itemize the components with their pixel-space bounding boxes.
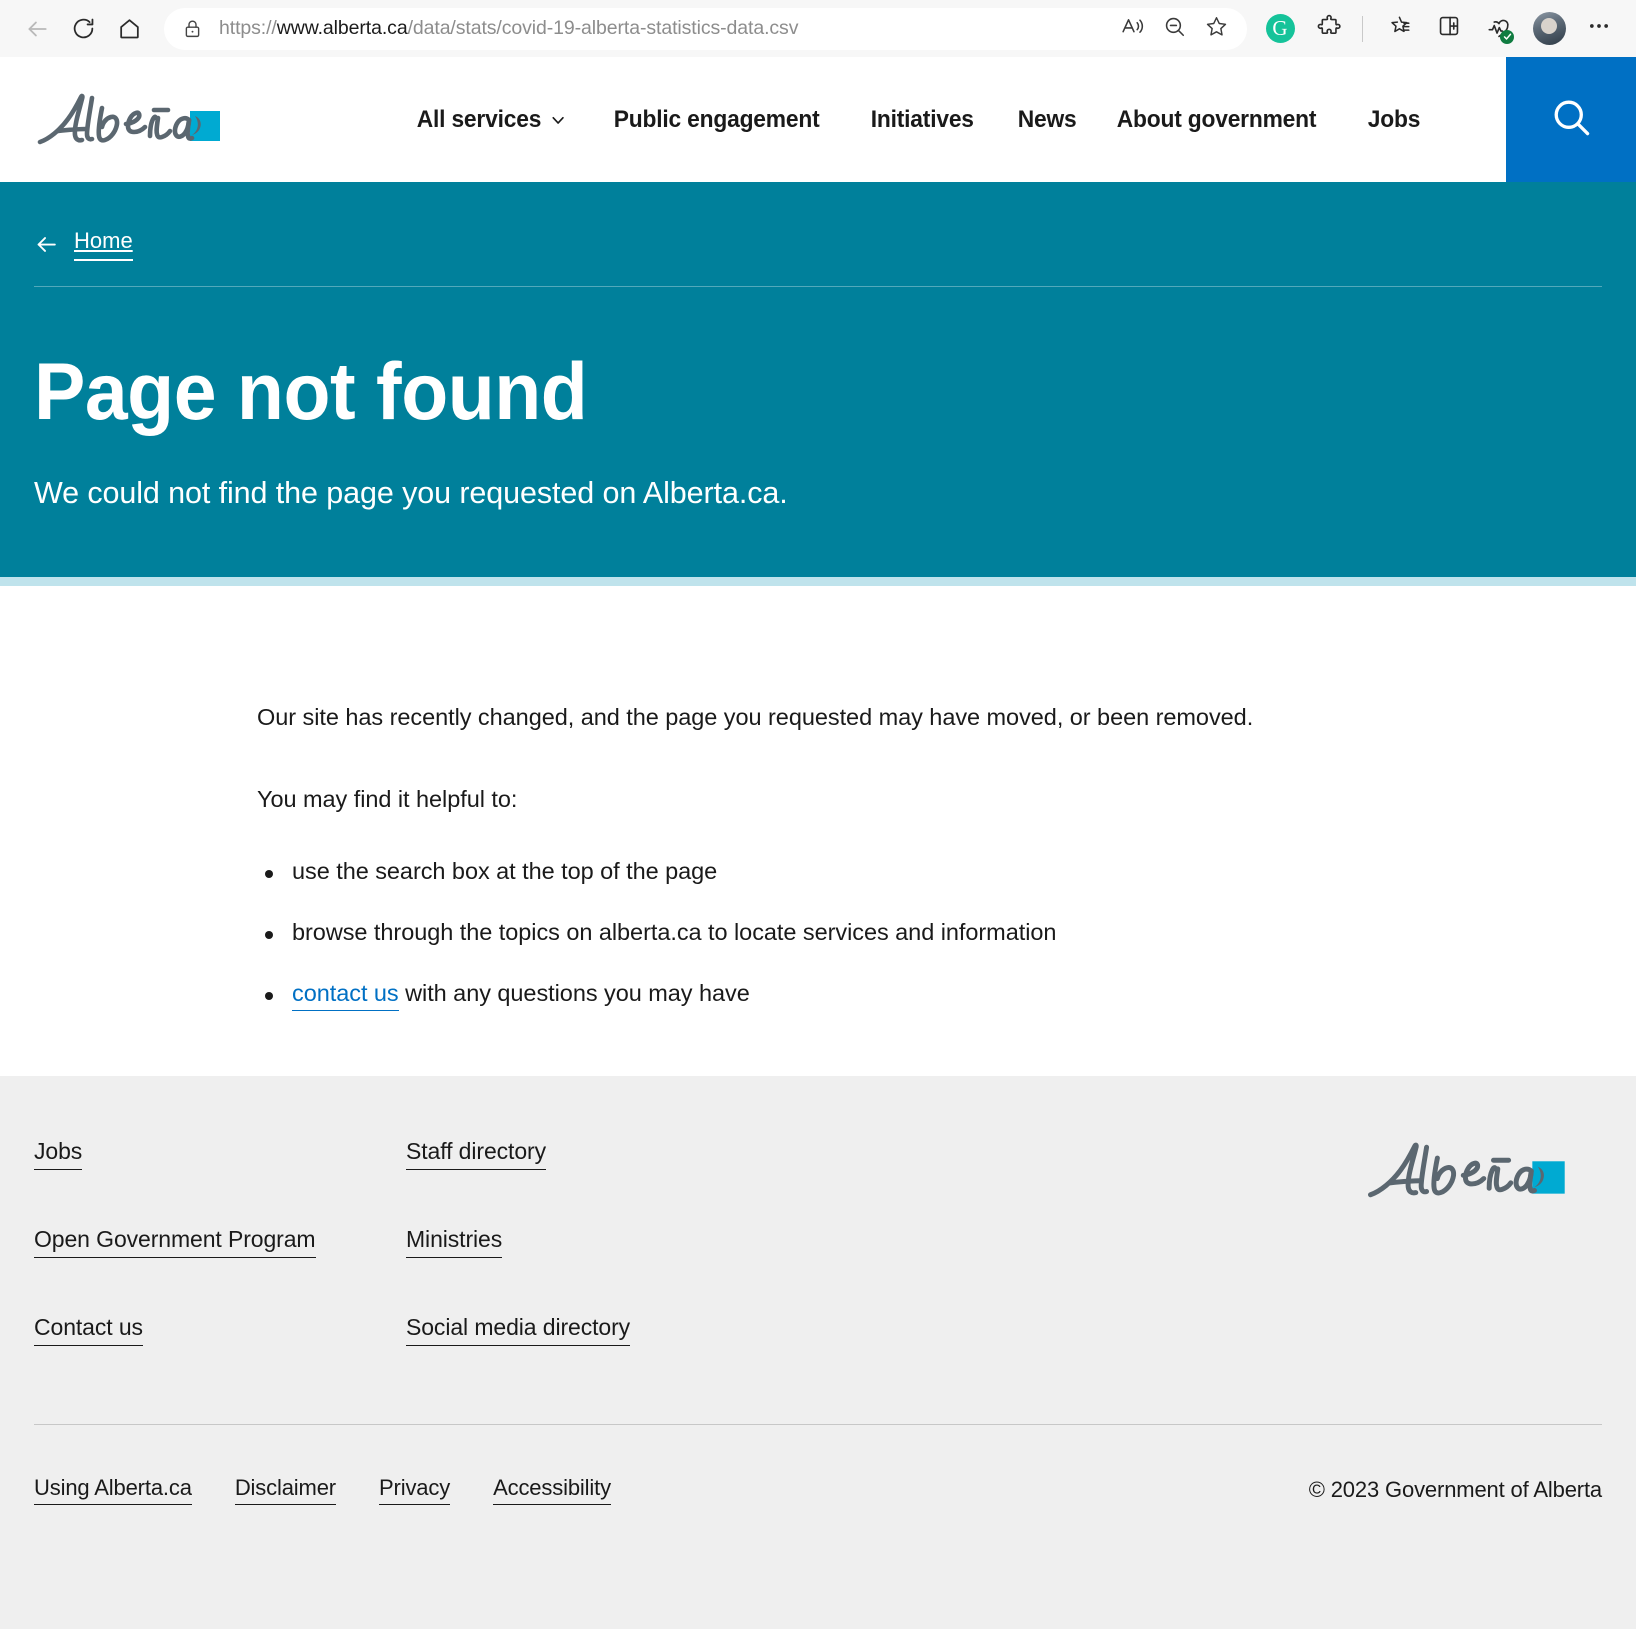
footer-link-contact-us[interactable]: Contact us	[34, 1314, 143, 1346]
nav-label: News	[1017, 105, 1077, 133]
refresh-button[interactable]	[60, 6, 106, 52]
health-check-badge	[1500, 29, 1514, 44]
nav-item-initiatives[interactable]: Initiatives	[854, 106, 991, 134]
footer-legal-area: Using Alberta.ca Disclaimer Privacy Acce…	[34, 1425, 1602, 1505]
nav-item-about-government[interactable]: About government	[1100, 106, 1333, 134]
site-footer: Jobs Open Government Program Contact us …	[0, 1075, 1636, 1629]
footer-link-ministries[interactable]: Ministries	[406, 1226, 502, 1258]
lock-icon	[182, 18, 203, 39]
legal-link-privacy[interactable]: Privacy	[379, 1475, 450, 1505]
contact-us-link[interactable]: contact us	[292, 979, 399, 1011]
list-item-text: with any questions you may have	[398, 979, 750, 1006]
list-item: browse through the topics on alberta.ca …	[257, 919, 1636, 946]
more-options-button[interactable]	[1576, 6, 1622, 52]
zoom-out-button[interactable]	[1153, 8, 1195, 50]
home-icon	[117, 16, 142, 41]
legal-link-accessibility[interactable]: Accessibility	[493, 1475, 611, 1505]
footer-link-social-media-directory[interactable]: Social media directory	[406, 1314, 630, 1346]
home-button[interactable]	[106, 6, 152, 52]
nav-label: Public engagement	[613, 105, 820, 133]
browser-toolbar: https://www.alberta.ca/data/stats/covid-…	[0, 0, 1636, 57]
footer-column-2: Staff directory Ministries Social media …	[406, 1138, 778, 1402]
footer-link-staff-directory[interactable]: Staff directory	[406, 1138, 546, 1170]
arrow-left-icon	[34, 232, 59, 257]
arrow-left-icon	[24, 16, 50, 42]
footer-link-open-government-program[interactable]: Open Government Program	[34, 1226, 316, 1258]
main-content: Our site has recently changed, and the p…	[0, 585, 1636, 1076]
browser-extension-icons: G	[1253, 6, 1622, 52]
grammarly-button[interactable]: G	[1257, 6, 1303, 52]
chevron-down-icon	[550, 111, 567, 129]
read-aloud-button[interactable]	[1111, 8, 1153, 50]
intro-paragraph: Our site has recently changed, and the p…	[257, 703, 1254, 730]
list-item-text: browse through the topics on alberta.ca …	[292, 918, 1057, 945]
address-bar[interactable]: https://www.alberta.ca/data/stats/covid-…	[164, 7, 1247, 50]
refresh-icon	[71, 16, 96, 41]
list-item: use the search box at the top of the pag…	[257, 858, 1636, 885]
helpful-intro-paragraph: You may find it helpful to:	[257, 785, 518, 812]
url-text: https://www.alberta.ca/data/stats/covid-…	[219, 17, 799, 39]
alberta-logo	[1367, 1142, 1565, 1197]
footer-column-1: Jobs Open Government Program Contact us	[34, 1138, 406, 1402]
footer-link-jobs[interactable]: Jobs	[34, 1138, 82, 1170]
star-icon	[1204, 14, 1229, 44]
legal-links: Using Alberta.ca Disclaimer Privacy Acce…	[34, 1475, 1309, 1505]
nav-item-news[interactable]: News	[1001, 106, 1093, 134]
breadcrumb-label: Home	[74, 228, 133, 261]
legal-link-disclaimer[interactable]: Disclaimer	[234, 1475, 336, 1505]
hero-section: Home Page not found We could not find th…	[0, 182, 1636, 577]
back-button[interactable]	[14, 6, 60, 52]
alberta-logo	[37, 93, 220, 144]
breadcrumb: Home	[34, 182, 1602, 286]
grammarly-icon: G	[1265, 14, 1295, 43]
profile-avatar	[1532, 12, 1566, 45]
nav-item-jobs[interactable]: Jobs	[1351, 106, 1437, 134]
breadcrumb-home-link[interactable]: Home	[34, 228, 133, 261]
footer-links-area: Jobs Open Government Program Contact us …	[34, 1076, 1602, 1402]
extensions-puzzle-icon	[1317, 13, 1343, 44]
list-item: contact us with any questions you may ha…	[257, 979, 1636, 1011]
site-header: All services Public engagement Initiativ…	[0, 57, 1636, 182]
nav-item-all-services[interactable]: All services	[400, 106, 583, 134]
copyright-text: © 2023 Government of Alberta	[1308, 1476, 1602, 1502]
list-item-text: use the search box at the top of the pag…	[292, 857, 718, 884]
hero-divider	[34, 286, 1602, 287]
favorites-list-icon	[1386, 13, 1412, 44]
hero-accent-strip	[0, 576, 1636, 586]
extensions-button[interactable]	[1307, 6, 1353, 52]
search-button[interactable]	[1506, 57, 1636, 182]
read-aloud-icon	[1120, 14, 1145, 44]
footer-alberta-logo	[1364, 1134, 1596, 1213]
main-navigation: All services Public engagement Initiativ…	[400, 57, 1506, 182]
toolbar-divider	[1362, 15, 1363, 42]
collections-button[interactable]	[1376, 6, 1422, 52]
browser-essentials-icon	[1486, 16, 1514, 44]
search-icon	[1548, 94, 1595, 146]
page-title: Page not found	[34, 347, 588, 437]
page-subtitle: We could not find the page you requested…	[34, 475, 788, 510]
legal-link-using-alberta-ca[interactable]: Using Alberta.ca	[34, 1475, 192, 1505]
nav-label: Initiatives	[870, 105, 974, 133]
nav-label: About government	[1116, 105, 1317, 133]
nav-label: Jobs	[1367, 105, 1420, 133]
profile-button[interactable]	[1526, 6, 1572, 52]
zoom-out-icon	[1162, 14, 1187, 44]
browser-essentials-button[interactable]	[1476, 6, 1522, 52]
nav-label: All services	[416, 105, 542, 133]
split-screen-button[interactable]	[1426, 6, 1472, 52]
split-screen-icon	[1436, 13, 1462, 44]
add-favorite-button[interactable]	[1195, 8, 1237, 50]
suggestions-list: use the search box at the top of the pag…	[257, 858, 1636, 1011]
nav-item-public-engagement[interactable]: Public engagement	[597, 106, 836, 134]
more-options-icon	[1586, 13, 1612, 44]
alberta-logo-link[interactable]	[0, 57, 400, 182]
